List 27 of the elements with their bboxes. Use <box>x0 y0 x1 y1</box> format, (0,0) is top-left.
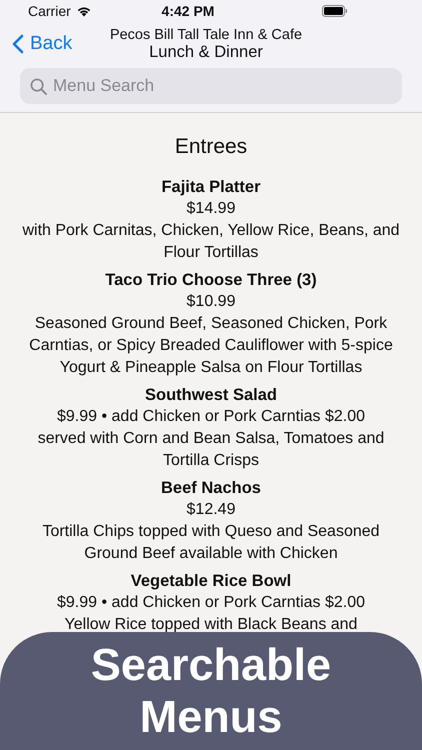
item-description: Seasoned Ground Beef, Seasoned Chicken, Pork Carntias, or Spicy Breaded Cauliflower with 5-spice Yogurt & Pineapple Salsa on Flour Tortillas <box>28 314 394 378</box>
search-icon <box>30 78 47 95</box>
item-name: Southwest Salad <box>144 385 278 406</box>
item-description: served with Corn and Bean Salsa, Tomatoes and Tortilla Crisps <box>36 429 386 471</box>
banner-caption: Searchable Menus <box>90 639 332 743</box>
item-price: $10.99 <box>186 292 236 312</box>
item-price: $12.49 <box>186 500 236 520</box>
chevron-left-icon <box>12 34 24 54</box>
battery-icon <box>322 5 348 17</box>
search-field[interactable]: Menu Search <box>20 68 402 104</box>
back-button[interactable]: Back <box>0 33 102 55</box>
item-name: Fajita Platter <box>161 177 261 198</box>
section-title: Entrees <box>174 135 248 159</box>
item-name: Beef Nachos <box>161 478 261 499</box>
wifi-icon <box>76 5 92 17</box>
item-name: Taco Trio Choose Three (3) <box>105 270 317 291</box>
item-description: Tortilla Chips topped with Queso and Seasoned Ground Beef available with Chicken <box>41 522 381 564</box>
menu-subtitle: Lunch & Dinner <box>148 42 264 62</box>
restaurant-title: Pecos Bill Tall Tale Inn & Cafe <box>108 26 304 42</box>
status-time: 4:42 PM <box>162 3 214 19</box>
item-price: $14.99 <box>186 199 236 219</box>
carrier-name: Carrier <box>28 3 71 19</box>
item-name: Vegetable Rice Bowl <box>130 571 292 592</box>
item-price: $9.99 • add Chicken or Pork Carntias $2.00 <box>57 407 365 427</box>
item-description: Yellow Rice topped with Black Beans and <box>64 615 358 635</box>
item-description: with Pork Carnitas, Chicken, Yellow Rice, Beans, and Flour Tortillas <box>21 221 401 263</box>
item-price: $9.99 • add Chicken or Pork Carntias $2.00 <box>57 593 365 613</box>
